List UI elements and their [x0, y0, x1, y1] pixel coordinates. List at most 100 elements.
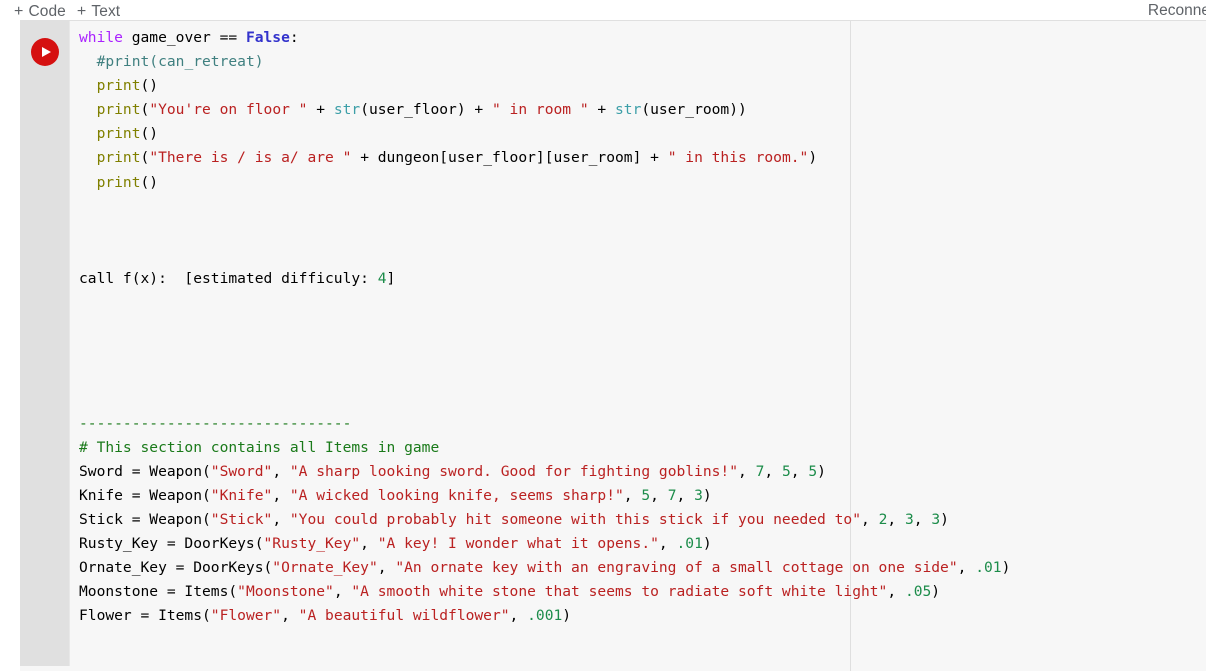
- cell-gutter: [20, 21, 70, 666]
- code-token-num: 5: [641, 486, 651, 504]
- code-token-str: "Rusty_Key": [263, 534, 361, 552]
- add-text-cell-label: Text: [91, 3, 121, 20]
- code-line: Knife = Weapon("Knife", "A wicked lookin…: [79, 484, 1010, 508]
- add-code-cell-button[interactable]: + Code: [14, 3, 66, 20]
- code-line: ​: [79, 219, 1010, 243]
- code-line: ​: [79, 387, 1010, 411]
- code-token-pln: ,: [887, 583, 905, 601]
- code-line: Stick = Weapon("Stick", "You could proba…: [79, 508, 1010, 532]
- code-token-pln: ,: [333, 583, 352, 601]
- code-token-cmt2: # This section contains all Items in gam…: [79, 438, 440, 456]
- code-line: print(): [79, 171, 1010, 195]
- code-token-pln: ,: [790, 462, 809, 480]
- code-token-pln: ,: [676, 486, 695, 504]
- run-cell-button[interactable]: [31, 38, 59, 66]
- code-line: ​: [79, 243, 1010, 267]
- code-line: print(): [79, 122, 1010, 146]
- code-token-pln: + dungeon[user_floor][user_room] +: [351, 149, 668, 167]
- code-token-pln: ,: [360, 534, 378, 552]
- code-token-pln: Stick = Weapon(: [79, 510, 211, 528]
- code-token-str: " in room ": [491, 101, 589, 119]
- code-line: Rusty_Key = DoorKeys("Rusty_Key", "A key…: [79, 532, 1010, 556]
- code-token-str: "There is / is a/ are ": [149, 149, 352, 167]
- code-token-pln: (user_floor) +: [360, 101, 492, 119]
- code-token-pln: call f(x): [estimated difficuly:: [79, 269, 378, 287]
- code-line: print("You're on floor " + str(user_floo…: [79, 98, 1010, 122]
- code-token-pln: (: [140, 149, 150, 167]
- code-token-pln: Flower = Items(: [79, 607, 211, 625]
- code-line: ​: [79, 291, 1010, 315]
- code-token-pln: ,: [272, 462, 290, 480]
- code-text[interactable]: while game_over == False: #print(can_ret…: [79, 26, 1010, 628]
- code-token-dash: -------------------------------: [79, 414, 352, 432]
- code-token-pln: :: [289, 29, 299, 46]
- code-token-pln: (): [140, 173, 159, 191]
- code-token-pln: ): [562, 607, 572, 625]
- reconnect-button[interactable]: Reconnect: [1148, 2, 1206, 19]
- code-token-str: "A smooth white stone that seems to radi…: [351, 583, 888, 601]
- code-token-fn: print: [96, 125, 141, 143]
- code-token-num: 5: [781, 462, 791, 480]
- code-line: print("There is / is a/ are " + dungeon[…: [79, 146, 1010, 170]
- code-token-num: .05: [904, 583, 932, 601]
- code-token-str: "Moonstone": [237, 583, 334, 601]
- code-token-num: .001: [527, 607, 563, 625]
- code-token-str: "Sword": [210, 462, 273, 480]
- code-line: # This section contains all Items in gam…: [79, 436, 1010, 460]
- code-token-pln: ): [931, 583, 941, 601]
- code-token-str: "Stick": [210, 510, 273, 528]
- code-token-pln: (): [140, 77, 159, 95]
- code-token-pln: ,: [957, 559, 976, 577]
- code-token-pln: ,: [738, 462, 756, 480]
- code-token-num: .01: [676, 534, 703, 552]
- code-token-pln: +: [588, 101, 615, 119]
- code-token-str: "A beautiful wildflower": [298, 607, 510, 625]
- code-editor[interactable]: while game_over == False: #print(can_ret…: [71, 21, 1206, 671]
- code-token-str: "You're on floor ": [149, 101, 308, 119]
- play-icon: [42, 47, 51, 57]
- code-token-str: "A wicked looking knife, seems sharp!": [289, 486, 624, 504]
- code-token-pln: Rusty_Key = DoorKeys(: [79, 534, 264, 552]
- code-token-num: 3: [904, 510, 914, 528]
- code-token-cmt: #print(can_retreat): [96, 53, 264, 71]
- code-cell: while game_over == False: #print(can_ret…: [20, 20, 1206, 671]
- code-token-num: .01: [975, 559, 1002, 577]
- toolbar-left-group: + Code + Text: [0, 3, 120, 20]
- code-line: print(): [79, 74, 1010, 98]
- code-line: while game_over == False:: [79, 26, 1010, 50]
- code-token-pln: Ornate_Key = DoorKeys(: [79, 559, 273, 577]
- plus-icon: +: [14, 2, 24, 20]
- code-token-fn: print: [96, 173, 141, 191]
- code-line: -------------------------------: [79, 412, 1010, 436]
- code-token-pln: ,: [861, 510, 879, 528]
- add-text-cell-button[interactable]: + Text: [77, 3, 120, 20]
- code-token-str: " in this room.": [667, 149, 809, 167]
- code-token-pln: Sword = Weapon(: [79, 462, 211, 480]
- code-line: ​: [79, 363, 1010, 387]
- code-token-pln: ]: [386, 269, 396, 287]
- code-token-pln: Knife = Weapon(: [79, 486, 211, 504]
- code-token-fn: print: [96, 149, 141, 167]
- code-line: ​: [79, 339, 1010, 363]
- code-token-pln: ): [808, 149, 818, 167]
- code-token-str: "An ornate key with an engraving of a sm…: [395, 559, 958, 577]
- code-token-pln: ,: [272, 486, 290, 504]
- code-token-pln: ,: [650, 486, 668, 504]
- code-line: call f(x): [estimated difficuly: 4]: [79, 267, 1010, 291]
- code-token-str: "You could probably hit someone with thi…: [289, 510, 861, 528]
- code-token-pln: ,: [272, 510, 290, 528]
- code-token-bi: str: [615, 101, 642, 119]
- code-token-str: "Ornate_Key": [272, 559, 378, 577]
- code-token-pln: (): [140, 125, 159, 143]
- code-token-bi: str: [333, 101, 361, 119]
- code-token-pln: ,: [377, 559, 396, 577]
- code-token-fn: print: [96, 101, 141, 119]
- add-code-cell-label: Code: [28, 3, 66, 20]
- code-line: ​: [79, 315, 1010, 339]
